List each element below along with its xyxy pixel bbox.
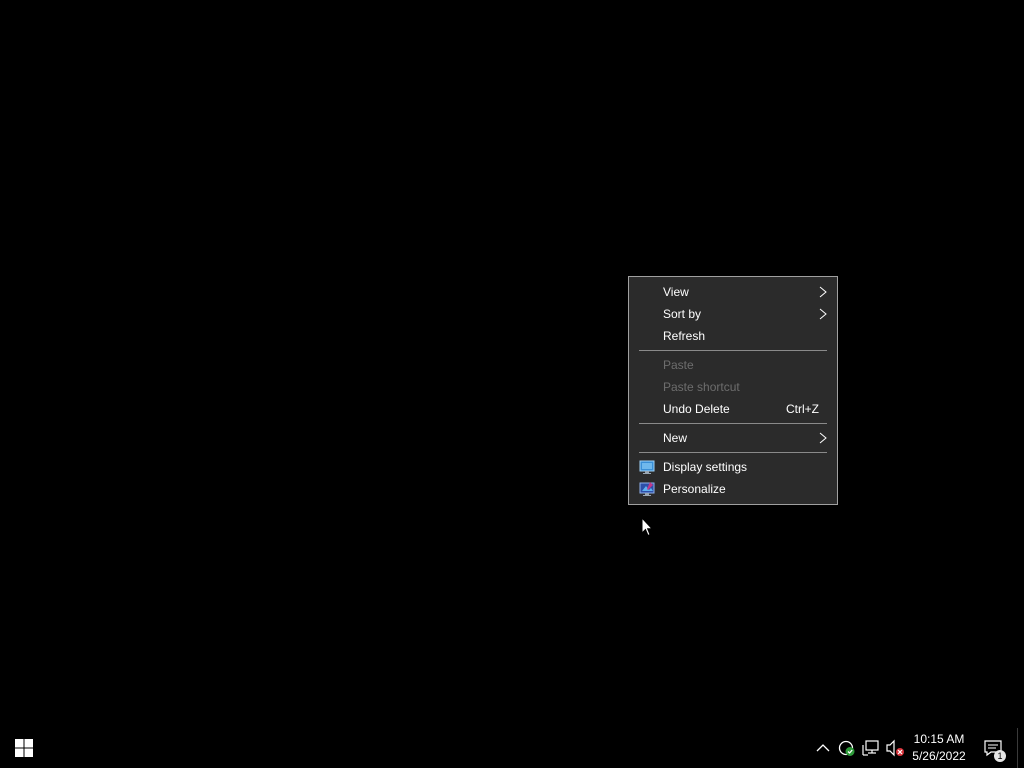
- chevron-up-icon: [816, 744, 830, 752]
- menu-item-new[interactable]: New: [629, 427, 837, 449]
- menu-item-label: Sort by: [663, 307, 702, 321]
- menu-item-paste-shortcut: Paste shortcut: [629, 376, 837, 398]
- personalize-icon: [639, 482, 655, 496]
- clock-date: 5/26/2022: [912, 749, 966, 763]
- volume-tray-button[interactable]: [885, 738, 905, 758]
- volume-muted-icon: [886, 739, 904, 757]
- security-icon: [838, 740, 855, 756]
- network-icon: [862, 740, 879, 756]
- taskbar: 10:15 AM 5/26/2022 1: [0, 728, 1024, 768]
- menu-item-shortcut: Ctrl+Z: [786, 402, 819, 416]
- show-hidden-icons-button[interactable]: [813, 738, 833, 758]
- menu-item-undo-delete[interactable]: Undo Delete Ctrl+Z: [629, 398, 837, 420]
- clock-time: 10:15 AM: [913, 732, 965, 746]
- desktop-background[interactable]: [0, 0, 1024, 728]
- menu-item-refresh[interactable]: Refresh: [629, 325, 837, 347]
- chevron-right-icon: [819, 308, 827, 320]
- security-tray-button[interactable]: [837, 738, 857, 758]
- menu-item-paste: Paste: [629, 354, 837, 376]
- menu-item-label: New: [663, 431, 688, 445]
- chevron-right-icon: [819, 286, 827, 298]
- menu-item-sort-by[interactable]: Sort by: [629, 303, 837, 325]
- menu-separator: [639, 452, 827, 453]
- show-desktop-button[interactable]: [1017, 728, 1024, 768]
- mouse-cursor-icon: [641, 517, 653, 537]
- network-tray-button[interactable]: [861, 738, 881, 758]
- menu-item-label: Personalize: [663, 482, 726, 496]
- desktop-context-menu: View Sort by Refresh Paste Paste shortcu…: [628, 276, 838, 505]
- menu-item-label: Display settings: [663, 460, 748, 474]
- start-button[interactable]: [0, 728, 48, 768]
- menu-separator: [639, 423, 827, 424]
- menu-separator: [639, 350, 827, 351]
- menu-item-display-settings[interactable]: Display settings: [629, 456, 837, 478]
- menu-item-label: View: [663, 285, 689, 299]
- windows-logo-icon: [15, 739, 33, 757]
- chevron-right-icon: [819, 432, 827, 444]
- action-center-button[interactable]: 1: [978, 728, 1008, 768]
- menu-item-label: Paste: [663, 358, 694, 372]
- taskbar-clock[interactable]: 10:15 AM 5/26/2022: [906, 731, 972, 765]
- menu-item-label: Undo Delete: [663, 402, 730, 416]
- menu-item-label: Paste shortcut: [663, 380, 740, 394]
- notification-count-badge: 1: [994, 750, 1006, 762]
- display-icon: [639, 460, 655, 474]
- menu-item-view[interactable]: View: [629, 281, 837, 303]
- menu-item-label: Refresh: [663, 329, 706, 343]
- menu-item-personalize[interactable]: Personalize: [629, 478, 837, 500]
